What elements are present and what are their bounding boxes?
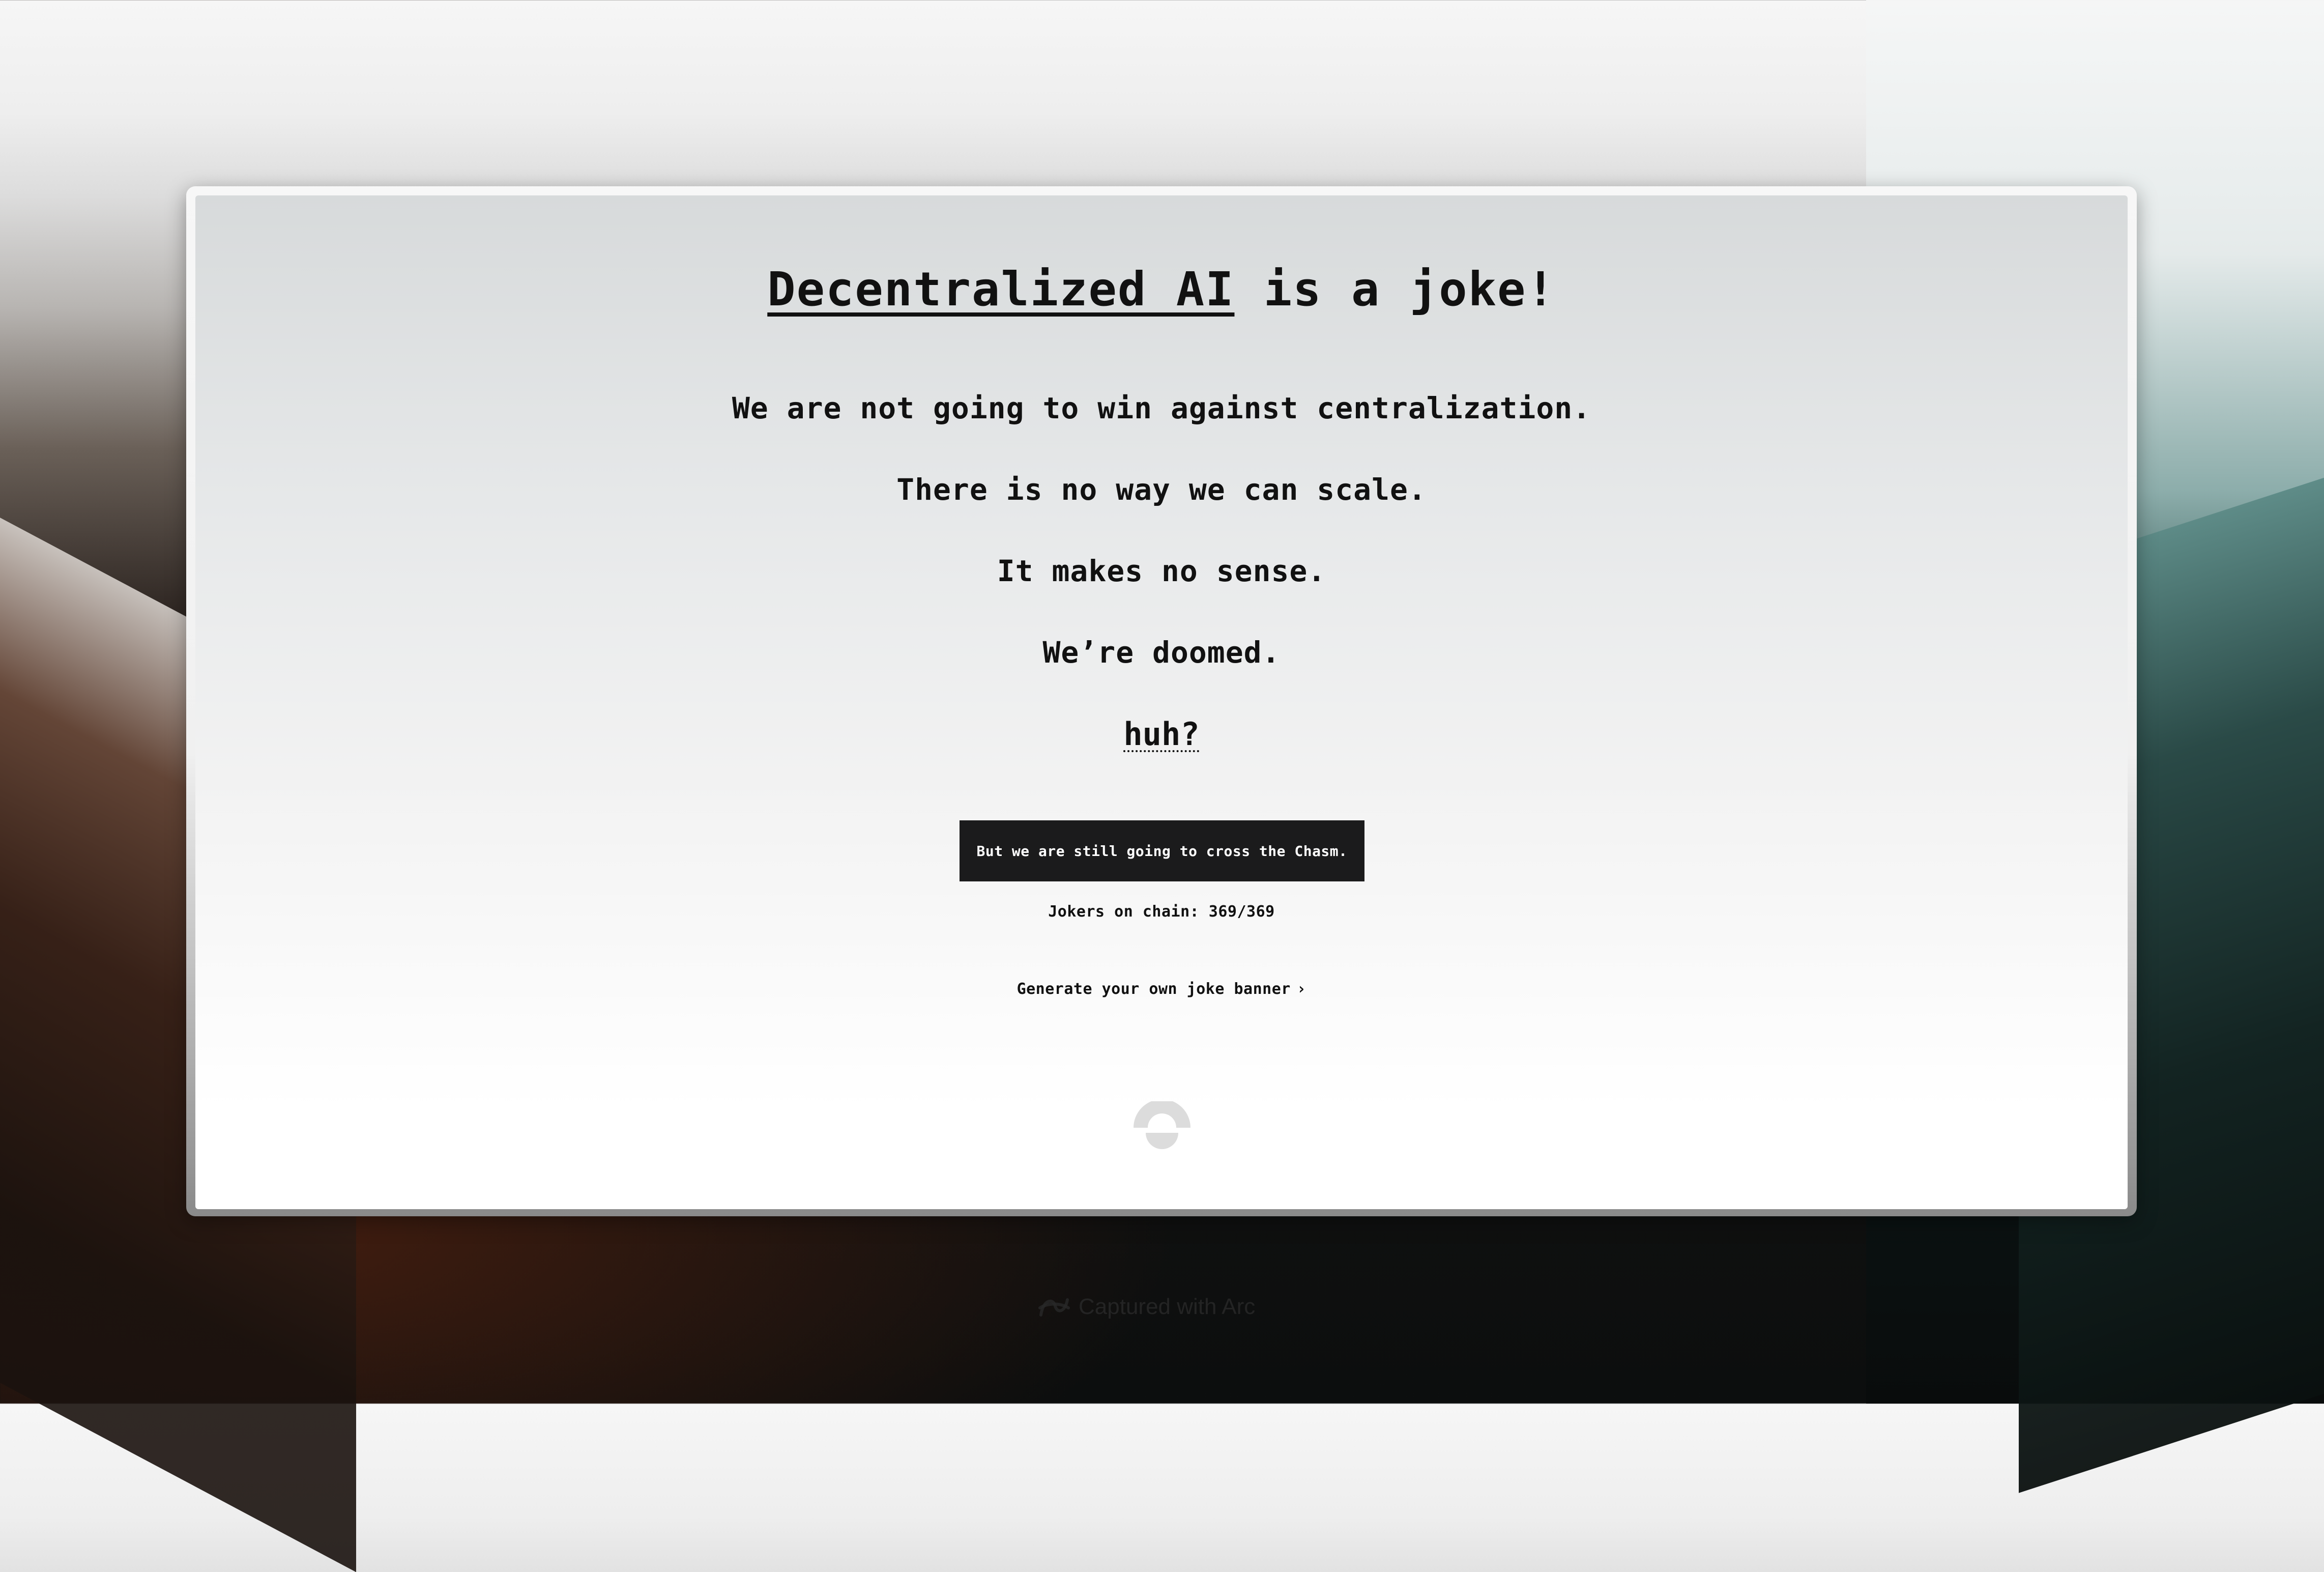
huh-link[interactable]: huh? (195, 716, 2128, 753)
statement-1: We are not going to win against centrali… (732, 391, 1591, 425)
semicircle-logo-icon (1134, 1101, 1190, 1149)
generate-banner-link[interactable]: Generate your own joke banner › (195, 980, 2128, 998)
title-highlight: Decentralized AI (767, 262, 1235, 317)
statement-2: There is no way we can scale. (896, 472, 1427, 507)
statement-4: We’re doomed. (1042, 635, 1281, 670)
generate-banner-label: Generate your own joke banner (1016, 980, 1291, 998)
page-title: Decentralized AI is a joke! (195, 262, 2128, 318)
title-rest: is a joke! (1234, 262, 1556, 317)
captured-with-arc: Captured with Arc (1038, 1292, 1255, 1322)
chevron-right-icon: › (1296, 980, 1306, 998)
page: Decentralized AI is a joke! We are not g… (195, 195, 2128, 1209)
cross-chasm-button[interactable]: But we are still going to cross the Chas… (960, 820, 1364, 881)
jokers-count: Jokers on chain: 369/369 (1048, 903, 1275, 921)
arc-logo-icon (1038, 1298, 1070, 1317)
captured-text: Captured with Arc (1079, 1294, 1256, 1319)
statement-3: It makes no sense. (997, 554, 1326, 588)
